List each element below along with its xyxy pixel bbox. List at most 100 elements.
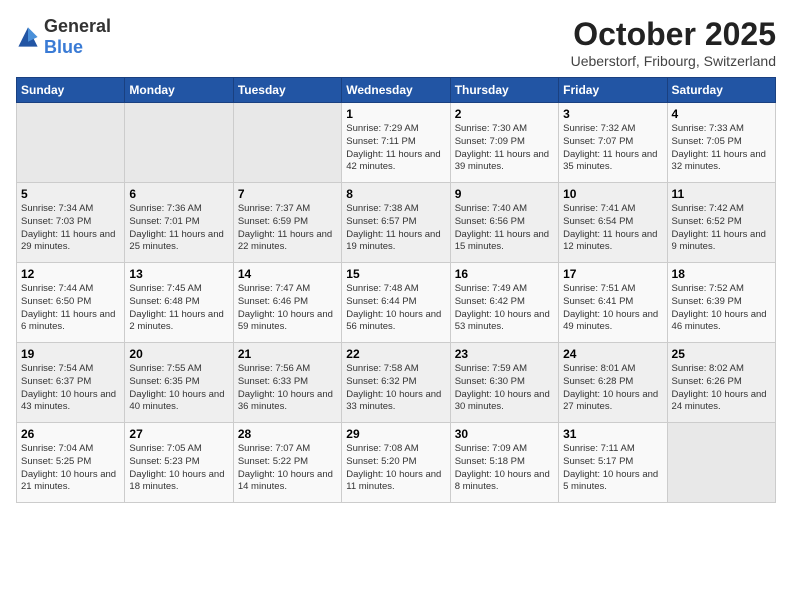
- calendar-cell: 27 Sunrise: 7:05 AM Sunset: 5:23 PM Dayli…: [125, 423, 233, 503]
- calendar-cell: 10 Sunrise: 7:41 AM Sunset: 6:54 PM Dayli…: [559, 183, 667, 263]
- day-number: 14: [238, 267, 337, 281]
- header-tuesday: Tuesday: [233, 78, 341, 103]
- day-info: Sunrise: 7:52 AM Sunset: 6:39 PM Dayligh…: [672, 283, 771, 334]
- day-info: Sunrise: 7:07 AM Sunset: 5:22 PM Dayligh…: [238, 443, 337, 494]
- calendar-cell: 8Sunrise: 7:38 AM Sunset: 6:57 PM Daylig…: [342, 183, 450, 263]
- calendar-cell: 31 Sunrise: 7:11 AM Sunset: 5:17 PM Dayli…: [559, 423, 667, 503]
- header-friday: Friday: [559, 78, 667, 103]
- day-number: 6: [129, 187, 228, 201]
- calendar-cell: 4 Sunrise: 7:33 AM Sunset: 7:05 PM Daylig…: [667, 103, 775, 183]
- day-info: Sunrise: 8:01 AM Sunset: 6:28 PM Dayligh…: [563, 363, 662, 414]
- calendar-week-5: 26Sunrise: 7:04 AM Sunset: 5:25 PM Dayli…: [17, 423, 776, 503]
- header-monday: Monday: [125, 78, 233, 103]
- calendar-cell: 29 Sunrise: 7:08 AM Sunset: 5:20 PM Dayli…: [342, 423, 450, 503]
- day-number: 27: [129, 427, 228, 441]
- day-number: 2: [455, 107, 554, 121]
- day-number: 10: [563, 187, 662, 201]
- day-number: 20: [129, 347, 228, 361]
- day-info: Sunrise: 7:49 AM Sunset: 6:42 PM Dayligh…: [455, 283, 554, 334]
- day-info: Sunrise: 7:56 AM Sunset: 6:33 PM Dayligh…: [238, 363, 337, 414]
- calendar-cell: 1 Sunrise: 7:29 AM Sunset: 7:11 PM Daylig…: [342, 103, 450, 183]
- day-number: 4: [672, 107, 771, 121]
- day-number: 25: [672, 347, 771, 361]
- day-number: 11: [672, 187, 771, 201]
- day-number: 31: [563, 427, 662, 441]
- day-number: 1: [346, 107, 445, 121]
- day-info: Sunrise: 7:05 AM Sunset: 5:23 PM Dayligh…: [129, 443, 228, 494]
- day-number: 3: [563, 107, 662, 121]
- day-info: Sunrise: 7:29 AM Sunset: 7:11 PM Dayligh…: [346, 123, 445, 174]
- day-info: Sunrise: 7:59 AM Sunset: 6:30 PM Dayligh…: [455, 363, 554, 414]
- day-info: Sunrise: 7:34 AM Sunset: 7:03 PM Dayligh…: [21, 203, 120, 254]
- day-number: 18: [672, 267, 771, 281]
- header-wednesday: Wednesday: [342, 78, 450, 103]
- logo: General Blue: [16, 16, 111, 58]
- day-number: 24: [563, 347, 662, 361]
- calendar-cell: 2Sunrise: 7:30 AM Sunset: 7:09 PM Daylig…: [450, 103, 558, 183]
- calendar-week-3: 12 Sunrise: 7:44 AM Sunset: 6:50 PM Dayli…: [17, 263, 776, 343]
- day-info: Sunrise: 7:40 AM Sunset: 6:56 PM Dayligh…: [455, 203, 554, 254]
- calendar-cell: 17 Sunrise: 7:51 AM Sunset: 6:41 PM Dayli…: [559, 263, 667, 343]
- calendar-cell: 19 Sunrise: 7:54 AM Sunset: 6:37 PM Dayli…: [17, 343, 125, 423]
- calendar-cell: 16 Sunrise: 7:49 AM Sunset: 6:42 PM Dayli…: [450, 263, 558, 343]
- day-number: 26: [21, 427, 120, 441]
- day-number: 23: [455, 347, 554, 361]
- calendar-cell: 25 Sunrise: 8:02 AM Sunset: 6:26 PM Dayli…: [667, 343, 775, 423]
- day-info: Sunrise: 7:41 AM Sunset: 6:54 PM Dayligh…: [563, 203, 662, 254]
- day-number: 12: [21, 267, 120, 281]
- calendar-cell: 15Sunrise: 7:48 AM Sunset: 6:44 PM Dayli…: [342, 263, 450, 343]
- logo-blue: Blue: [44, 37, 83, 57]
- day-info: Sunrise: 7:45 AM Sunset: 6:48 PM Dayligh…: [129, 283, 228, 334]
- calendar-cell: [233, 103, 341, 183]
- day-number: 19: [21, 347, 120, 361]
- day-info: Sunrise: 7:33 AM Sunset: 7:05 PM Dayligh…: [672, 123, 771, 174]
- day-number: 22: [346, 347, 445, 361]
- day-info: Sunrise: 7:08 AM Sunset: 5:20 PM Dayligh…: [346, 443, 445, 494]
- calendar-week-1: 1 Sunrise: 7:29 AM Sunset: 7:11 PM Daylig…: [17, 103, 776, 183]
- calendar-cell: 12 Sunrise: 7:44 AM Sunset: 6:50 PM Dayli…: [17, 263, 125, 343]
- calendar-cell: [667, 423, 775, 503]
- logo-general: General: [44, 16, 111, 36]
- location-title: Ueberstorf, Fribourg, Switzerland: [571, 53, 776, 69]
- day-info: Sunrise: 7:36 AM Sunset: 7:01 PM Dayligh…: [129, 203, 228, 254]
- calendar-cell: 28 Sunrise: 7:07 AM Sunset: 5:22 PM Dayli…: [233, 423, 341, 503]
- calendar-header-row: SundayMondayTuesdayWednesdayThursdayFrid…: [17, 78, 776, 103]
- day-info: Sunrise: 7:58 AM Sunset: 6:32 PM Dayligh…: [346, 363, 445, 414]
- day-number: 29: [346, 427, 445, 441]
- calendar-cell: 5Sunrise: 7:34 AM Sunset: 7:03 PM Daylig…: [17, 183, 125, 263]
- calendar-cell: 23 Sunrise: 7:59 AM Sunset: 6:30 PM Dayli…: [450, 343, 558, 423]
- calendar-week-2: 5Sunrise: 7:34 AM Sunset: 7:03 PM Daylig…: [17, 183, 776, 263]
- calendar-cell: 11 Sunrise: 7:42 AM Sunset: 6:52 PM Dayli…: [667, 183, 775, 263]
- day-number: 7: [238, 187, 337, 201]
- day-number: 17: [563, 267, 662, 281]
- day-number: 28: [238, 427, 337, 441]
- calendar-cell: 20 Sunrise: 7:55 AM Sunset: 6:35 PM Dayli…: [125, 343, 233, 423]
- day-info: Sunrise: 7:47 AM Sunset: 6:46 PM Dayligh…: [238, 283, 337, 334]
- day-number: 16: [455, 267, 554, 281]
- header-sunday: Sunday: [17, 78, 125, 103]
- day-number: 9: [455, 187, 554, 201]
- day-info: Sunrise: 7:42 AM Sunset: 6:52 PM Dayligh…: [672, 203, 771, 254]
- header-thursday: Thursday: [450, 78, 558, 103]
- calendar-cell: 9 Sunrise: 7:40 AM Sunset: 6:56 PM Daylig…: [450, 183, 558, 263]
- day-info: Sunrise: 7:51 AM Sunset: 6:41 PM Dayligh…: [563, 283, 662, 334]
- day-info: Sunrise: 7:55 AM Sunset: 6:35 PM Dayligh…: [129, 363, 228, 414]
- calendar-cell: 13 Sunrise: 7:45 AM Sunset: 6:48 PM Dayli…: [125, 263, 233, 343]
- day-info: Sunrise: 8:02 AM Sunset: 6:26 PM Dayligh…: [672, 363, 771, 414]
- day-info: Sunrise: 7:48 AM Sunset: 6:44 PM Dayligh…: [346, 283, 445, 334]
- logo-icon: [16, 25, 40, 49]
- day-info: Sunrise: 7:11 AM Sunset: 5:17 PM Dayligh…: [563, 443, 662, 494]
- day-info: Sunrise: 7:44 AM Sunset: 6:50 PM Dayligh…: [21, 283, 120, 334]
- day-number: 21: [238, 347, 337, 361]
- day-number: 13: [129, 267, 228, 281]
- day-info: Sunrise: 7:54 AM Sunset: 6:37 PM Dayligh…: [21, 363, 120, 414]
- day-info: Sunrise: 7:09 AM Sunset: 5:18 PM Dayligh…: [455, 443, 554, 494]
- calendar-cell: 22 Sunrise: 7:58 AM Sunset: 6:32 PM Dayli…: [342, 343, 450, 423]
- month-title: October 2025: [571, 16, 776, 53]
- calendar-cell: 30 Sunrise: 7:09 AM Sunset: 5:18 PM Dayli…: [450, 423, 558, 503]
- calendar-cell: 7Sunrise: 7:37 AM Sunset: 6:59 PM Daylig…: [233, 183, 341, 263]
- calendar-cell: [125, 103, 233, 183]
- day-number: 30: [455, 427, 554, 441]
- day-number: 8: [346, 187, 445, 201]
- calendar-cell: 21 Sunrise: 7:56 AM Sunset: 6:33 PM Dayli…: [233, 343, 341, 423]
